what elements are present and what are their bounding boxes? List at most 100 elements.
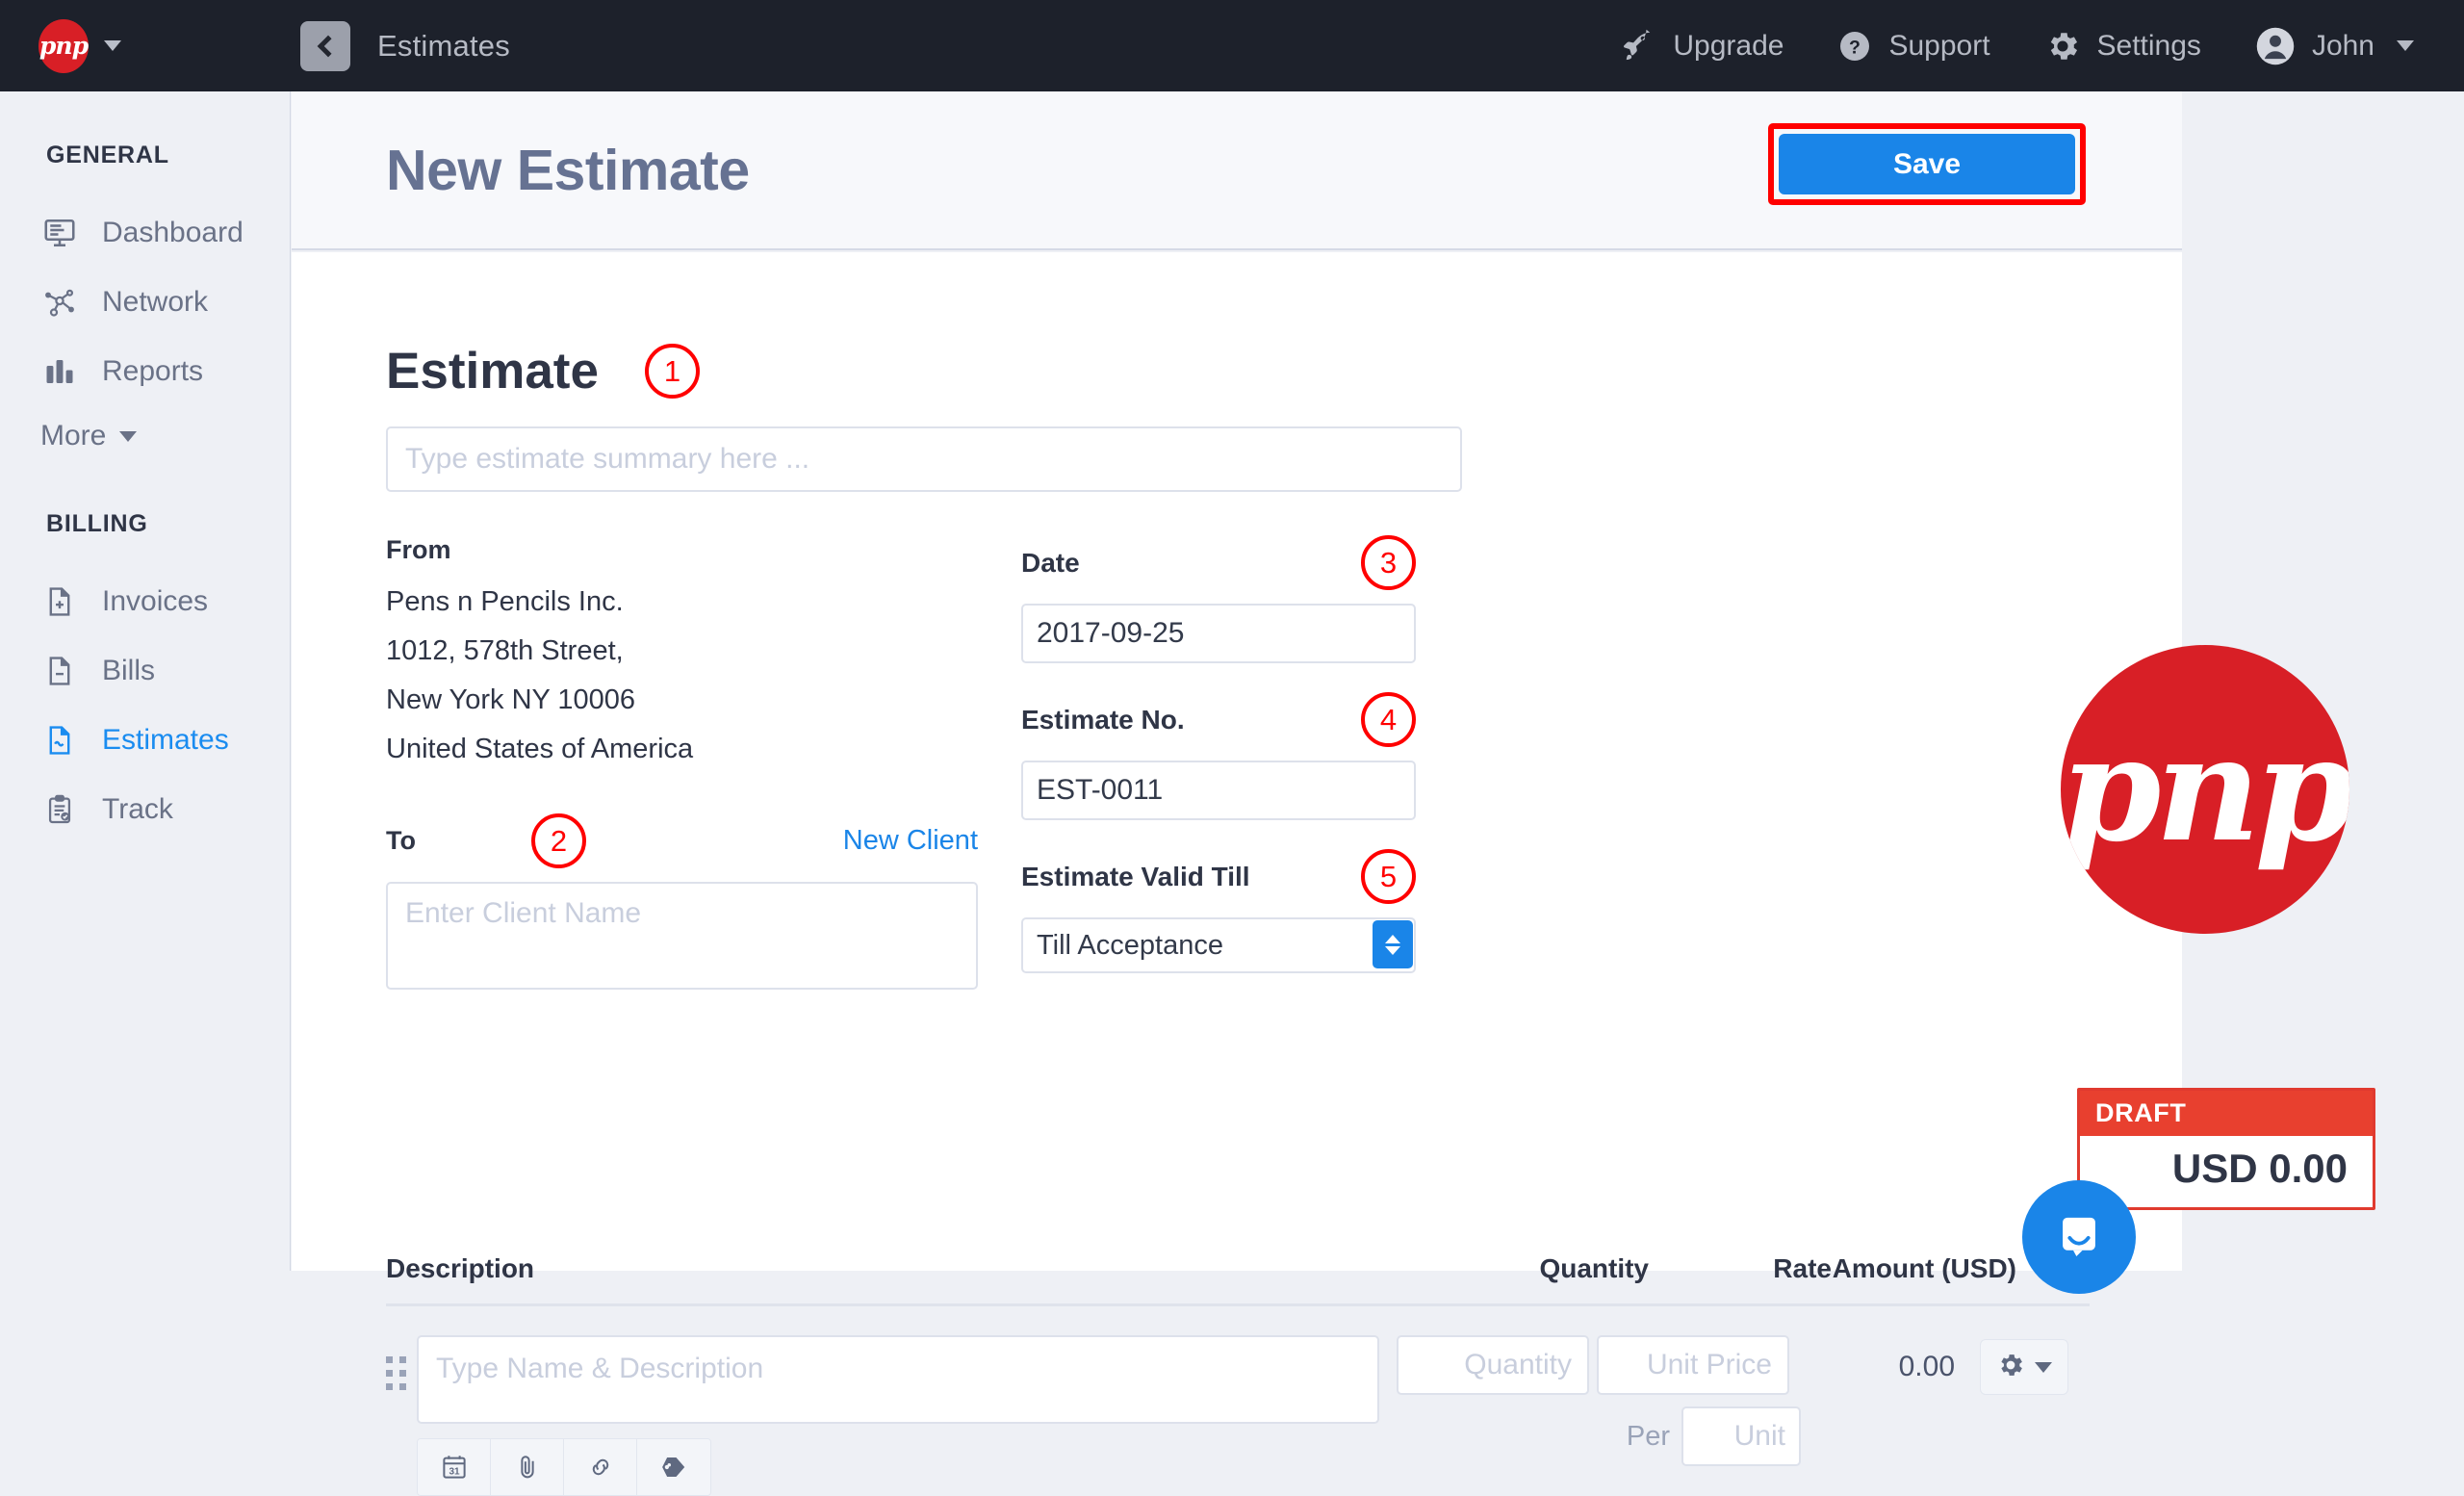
annotation-badge-5: 5	[1361, 849, 1416, 904]
save-button[interactable]: Save	[1779, 134, 2075, 194]
from-label: From	[386, 535, 1021, 565]
estimate-no-label-row: Estimate No. 4	[1021, 692, 1416, 747]
to-label: To	[386, 826, 416, 856]
item-tools-toolbar: 31	[417, 1438, 711, 1496]
user-name-label: John	[2312, 30, 2374, 63]
item-rate-input[interactable]	[1597, 1335, 1789, 1395]
question-circle-icon: ?	[1837, 29, 1872, 64]
sidebar-item-label: Estimates	[102, 724, 229, 757]
per-label: Per	[1627, 1421, 1670, 1453]
valid-till-label-row: Estimate Valid Till 5	[1021, 849, 1416, 904]
from-address-line: Pens n Pencils Inc.	[386, 586, 1021, 618]
per-unit-row: Per	[1597, 1406, 1801, 1466]
sidebar-item-reports[interactable]: Reports	[0, 337, 290, 406]
sidebar-item-invoices[interactable]: Invoices	[0, 567, 290, 636]
date-label: Date	[1021, 548, 1080, 579]
quantity-cell	[1379, 1335, 1581, 1496]
page-header: New Estimate Save	[292, 91, 2182, 250]
estimate-no-input[interactable]	[1021, 761, 1416, 820]
client-name-input[interactable]	[386, 882, 978, 990]
annotation-badge-2: 2	[531, 813, 586, 868]
to-label-row: To 2 New Client	[386, 813, 978, 868]
item-description-input[interactable]	[417, 1335, 1379, 1424]
bar-chart-icon	[40, 354, 79, 389]
table-header-row: Description Quantity Rate Amount (USD)	[386, 1253, 2090, 1306]
column-header-rate: Rate	[1649, 1253, 1832, 1284]
sidebar-more-toggle[interactable]: More	[0, 406, 290, 466]
estimate-no-label: Estimate No.	[1021, 705, 1185, 735]
column-header-description: Description	[386, 1253, 1466, 1284]
estimate-document: Estimate 1 From Pens n Pencils Inc. 1012…	[292, 252, 2182, 1271]
gear-icon	[2044, 28, 2081, 64]
sidebar-section-general: GENERAL	[0, 142, 290, 169]
date-field-group: Date 3	[1021, 535, 1560, 663]
support-button[interactable]: ? Support	[1837, 29, 1989, 64]
settings-label: Settings	[2097, 30, 2201, 63]
document-minus-icon	[40, 655, 79, 687]
description-cell: 31	[417, 1335, 1379, 1496]
tag-icon[interactable]	[637, 1439, 710, 1495]
chevron-down-icon[interactable]	[2397, 40, 2414, 51]
user-menu[interactable]: John	[2255, 26, 2414, 66]
estimate-details-columns: From Pens n Pencils Inc. 1012, 578th Str…	[386, 535, 2182, 1002]
brand-area[interactable]: pnp	[0, 0, 291, 91]
sidebar-item-label: Bills	[102, 655, 155, 687]
item-unit-input[interactable]	[1681, 1406, 1801, 1466]
table-row: 31	[386, 1335, 2090, 1496]
rocket-icon	[1622, 29, 1656, 64]
sidebar-item-estimates[interactable]: Estimates	[0, 706, 290, 775]
status-label: DRAFT	[2080, 1091, 2373, 1136]
valid-till-select-wrap: Till Acceptance	[1021, 917, 1416, 973]
from-address-line: New York NY 10006	[386, 684, 1021, 716]
rate-cell: Per	[1581, 1335, 1801, 1496]
page-title: New Estimate	[386, 138, 750, 203]
chevron-left-icon	[318, 35, 340, 57]
sidebar: GENERAL Dashboard Network	[0, 91, 291, 1271]
estimate-summary-input[interactable]	[386, 426, 1462, 492]
row-options-button[interactable]	[1980, 1339, 2068, 1395]
from-address: Pens n Pencils Inc. 1012, 578th Street, …	[386, 586, 1021, 765]
upgrade-button[interactable]: Upgrade	[1622, 29, 1784, 64]
calendar-icon[interactable]: 31	[418, 1439, 491, 1495]
company-logo-icon: pnp	[2061, 645, 2349, 934]
sidebar-item-label: Reports	[102, 355, 203, 388]
chat-widget-button[interactable]	[2022, 1180, 2136, 1294]
status-badge: DRAFT USD 0.00	[2077, 1088, 2375, 1210]
chevron-down-icon[interactable]	[104, 40, 121, 51]
column-header-quantity: Quantity	[1466, 1253, 1649, 1284]
valid-till-select[interactable]: Till Acceptance	[1021, 917, 1416, 973]
save-button-highlight: Save	[1768, 123, 2086, 205]
sidebar-item-label: Network	[102, 286, 208, 319]
gear-icon	[1996, 1351, 2025, 1384]
top-nav-actions: Upgrade ? Support Settings	[1622, 26, 2464, 66]
document-plus-icon	[40, 585, 79, 618]
date-input[interactable]	[1021, 604, 1416, 663]
brand-logo-icon[interactable]: pnp	[38, 19, 89, 73]
annotation-badge-3: 3	[1361, 535, 1416, 590]
chevron-down-icon	[119, 431, 137, 442]
link-icon[interactable]	[564, 1439, 637, 1495]
line-items-table: Description Quantity Rate Amount (USD)	[386, 1253, 2090, 1496]
settings-button[interactable]: Settings	[2044, 28, 2201, 64]
caret-down-icon	[2035, 1362, 2052, 1373]
document-tilde-icon	[40, 724, 79, 757]
upgrade-label: Upgrade	[1673, 30, 1784, 63]
sidebar-item-bills[interactable]: Bills	[0, 636, 290, 706]
clipboard-check-icon	[40, 793, 79, 826]
back-button[interactable]	[300, 21, 350, 71]
drag-handle-icon[interactable]	[386, 1335, 411, 1496]
estimate-section-header: Estimate 1	[386, 342, 2182, 400]
network-nodes-icon	[40, 285, 79, 320]
sidebar-item-track[interactable]: Track	[0, 775, 290, 844]
party-column: From Pens n Pencils Inc. 1012, 578th Str…	[386, 535, 1021, 1002]
new-client-link[interactable]: New Client	[843, 825, 978, 857]
sidebar-item-label: Dashboard	[102, 217, 244, 249]
sidebar-item-network[interactable]: Network	[0, 268, 290, 337]
sidebar-more-label: More	[40, 420, 106, 452]
item-quantity-input[interactable]	[1397, 1335, 1589, 1395]
total-amount: USD 0.00	[2080, 1136, 2373, 1207]
sidebar-item-dashboard[interactable]: Dashboard	[0, 198, 290, 268]
paperclip-icon[interactable]	[491, 1439, 564, 1495]
breadcrumb: Estimates	[377, 29, 510, 64]
intercom-chat-icon	[2051, 1207, 2107, 1268]
